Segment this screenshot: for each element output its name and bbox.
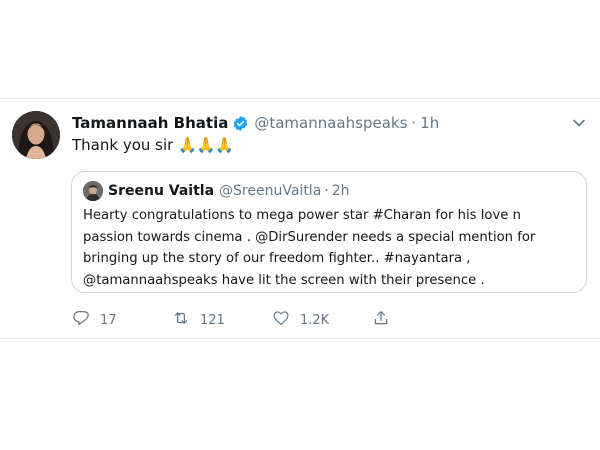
divider-top bbox=[0, 98, 600, 99]
retweet-button[interactable]: 121 bbox=[172, 309, 225, 331]
retweet-count: 121 bbox=[200, 312, 225, 328]
quoted-header-separator: · bbox=[324, 183, 329, 199]
quoted-author-avatar bbox=[83, 181, 103, 201]
verified-badge-icon bbox=[232, 115, 249, 132]
author-avatar[interactable] bbox=[12, 111, 60, 159]
quoted-tweet-timestamp: 2h bbox=[331, 183, 350, 199]
share-button[interactable] bbox=[372, 309, 390, 331]
quoted-author-name: Sreenu Vaitla bbox=[108, 183, 215, 199]
reply-count: 17 bbox=[100, 312, 117, 328]
tweet-header: Tamannaah Bhatia @tamannaahspeaks · 1h bbox=[72, 113, 439, 133]
reply-icon bbox=[72, 309, 90, 331]
like-count: 1.2K bbox=[300, 312, 330, 328]
quoted-text-line: bringing up the story of our freedom fig… bbox=[83, 251, 471, 266]
retweet-icon bbox=[172, 309, 190, 331]
chevron-down-icon[interactable] bbox=[571, 115, 587, 131]
tweet-text: Thank you sir 🙏🙏🙏 bbox=[72, 136, 235, 154]
quoted-tweet-text: Hearty congratulations to mega power sta… bbox=[83, 205, 578, 291]
like-button[interactable]: 1.2K bbox=[272, 309, 329, 331]
author-handle[interactable]: @tamannaahspeaks bbox=[254, 114, 407, 132]
share-icon bbox=[372, 309, 390, 331]
heart-icon bbox=[272, 309, 290, 331]
tweet-actions-bar: 17 121 1.2K bbox=[72, 309, 512, 331]
tweet-timestamp[interactable]: 1h bbox=[420, 114, 439, 132]
header-separator: · bbox=[411, 114, 417, 132]
tweet-page: Tamannaah Bhatia @tamannaahspeaks · 1h T… bbox=[0, 0, 600, 450]
reply-button[interactable]: 17 bbox=[72, 309, 117, 331]
quoted-tweet-card[interactable]: Sreenu Vaitla @SreenuVaitla · 2h Hearty … bbox=[71, 171, 587, 293]
author-name[interactable]: Tamannaah Bhatia bbox=[72, 114, 228, 132]
quoted-text-line: @tamannaahspeaks have lit the screen wit… bbox=[83, 272, 485, 288]
quoted-tweet-header: Sreenu Vaitla @SreenuVaitla · 2h bbox=[108, 181, 350, 201]
quoted-text-line: Hearty congratulations to mega power sta… bbox=[83, 208, 521, 223]
quoted-text-line: passion towards cinema . @DirSurender ne… bbox=[83, 229, 536, 245]
divider-bottom bbox=[0, 338, 600, 339]
quoted-author-handle: @SreenuVaitla bbox=[219, 183, 322, 199]
